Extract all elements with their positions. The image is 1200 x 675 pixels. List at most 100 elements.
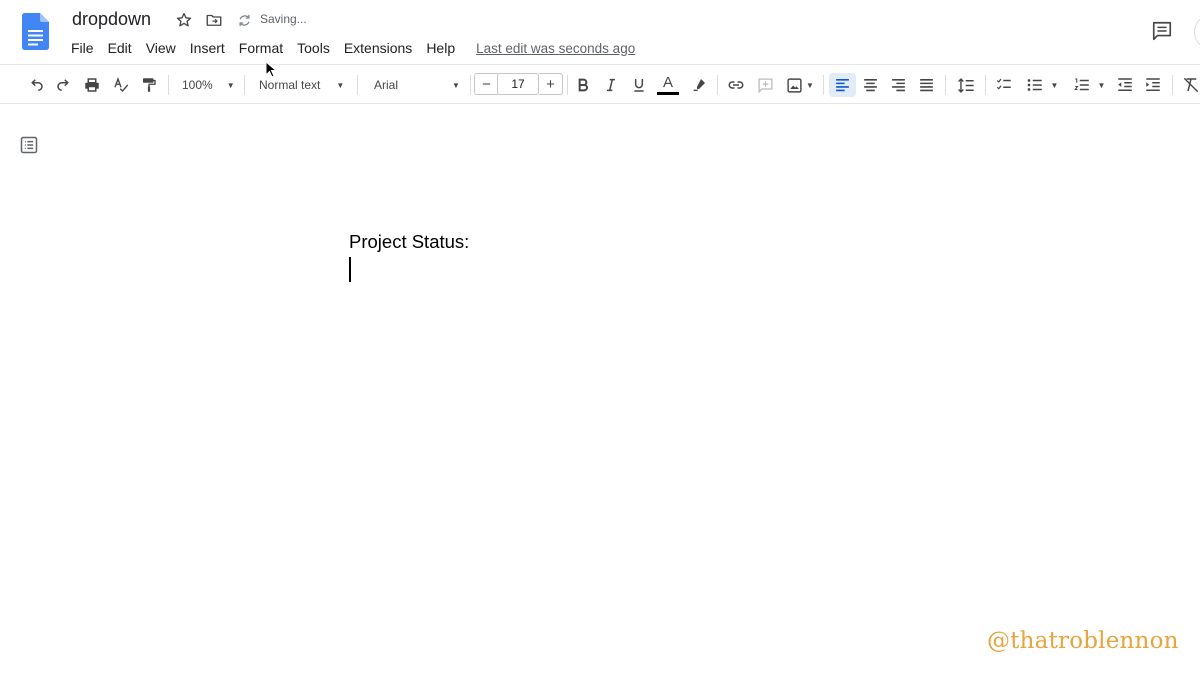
numbered-list-button[interactable]: ▼: [1068, 73, 1110, 97]
toolbar-separator: [567, 75, 568, 95]
align-right-button[interactable]: [886, 73, 910, 97]
align-center-icon: [863, 78, 877, 91]
numbered-list-icon: [1073, 78, 1089, 91]
mouse-pointer-icon: [265, 61, 277, 78]
spellcheck-button[interactable]: [109, 73, 133, 97]
toolbar-separator: [357, 75, 358, 95]
redo-button[interactable]: [52, 73, 76, 97]
paint-format-icon: [143, 78, 156, 92]
bulleted-list-button[interactable]: ▼: [1021, 73, 1063, 97]
bold-icon: [578, 78, 588, 92]
menu-edit[interactable]: Edit: [101, 39, 139, 57]
insert-image-button[interactable]: ▼: [782, 73, 818, 97]
document-title[interactable]: dropdown: [72, 9, 151, 30]
chevron-down-icon: ▼: [226, 80, 235, 90]
saving-status: Saving...: [260, 12, 307, 26]
menu-help[interactable]: Help: [419, 39, 462, 57]
text-color-icon: A: [662, 74, 673, 91]
justify-button[interactable]: [914, 73, 938, 97]
docs-logo-icon[interactable]: [22, 13, 49, 50]
justify-icon: [919, 78, 933, 91]
align-center-button[interactable]: [858, 73, 882, 97]
toolbar-separator: [985, 75, 986, 95]
highlight-color-button[interactable]: [687, 73, 711, 97]
font-select[interactable]: Arial ▼: [374, 73, 466, 97]
toolbar-separator: [244, 75, 245, 95]
menu-extensions[interactable]: Extensions: [337, 39, 419, 57]
text-color-button[interactable]: A: [655, 73, 681, 97]
zoom-value: 100%: [182, 78, 213, 92]
chevron-down-icon: ▼: [336, 80, 345, 90]
style-value: Normal text: [259, 78, 321, 92]
paint-format-button[interactable]: [137, 73, 161, 97]
document-text-line[interactable]: Project Status:: [349, 231, 469, 253]
show-outline-button[interactable]: [18, 134, 40, 156]
toolbar-separator: [945, 75, 946, 95]
line-spacing-button[interactable]: [953, 73, 979, 97]
undo-icon: [31, 79, 43, 91]
title-bar: dropdown Saving... File Edit View Insert…: [0, 0, 1200, 64]
formatting-toolbar: 100% ▼ Normal text ▼ Arial ▼ − 17 + A ▼ …: [0, 64, 1200, 104]
increase-font-size-button[interactable]: +: [539, 73, 563, 95]
bulleted-list-icon: [1027, 79, 1042, 91]
redo-icon: [57, 79, 69, 91]
toolbar-separator: [168, 75, 169, 95]
underline-button[interactable]: [627, 73, 651, 97]
spellcheck-icon: [114, 77, 129, 92]
chevron-down-icon: ▼: [1050, 80, 1059, 90]
toolbar-separator: [1172, 75, 1173, 95]
font-value: Arial: [374, 78, 399, 92]
insert-link-button[interactable]: [724, 73, 748, 97]
google-docs-window: dropdown Saving... File Edit View Insert…: [0, 0, 1200, 675]
star-icon[interactable]: [174, 10, 194, 30]
insert-image-icon: [787, 77, 802, 93]
zoom-select[interactable]: 100% ▼: [182, 73, 237, 97]
last-edit-link[interactable]: Last edit was seconds ago: [476, 41, 635, 56]
underline-icon: [634, 79, 644, 92]
text-caret: [349, 257, 351, 282]
checklist-button[interactable]: [992, 73, 1016, 97]
comment-icon: [1152, 21, 1172, 41]
text-color-swatch: [657, 92, 679, 95]
sync-icon: [235, 10, 253, 30]
watermark-handle: @thatroblennon: [987, 628, 1179, 654]
toolbar-separator: [823, 75, 824, 95]
clear-formatting-button[interactable]: [1178, 73, 1200, 97]
comment-history-button[interactable]: [1150, 19, 1174, 43]
menu-format[interactable]: Format: [232, 39, 290, 57]
checklist-icon: [996, 78, 1011, 90]
link-icon: [728, 81, 744, 89]
chevron-down-icon: ▼: [452, 80, 460, 90]
menu-insert[interactable]: Insert: [183, 39, 232, 57]
menu-bar: File Edit View Insert Format Tools Exten…: [64, 38, 635, 58]
italic-icon: [607, 78, 615, 92]
increase-indent-button[interactable]: [1141, 73, 1165, 97]
add-comment-icon: [757, 77, 773, 93]
add-comment-button[interactable]: [753, 73, 777, 97]
menu-file[interactable]: File: [64, 39, 101, 57]
line-spacing-icon: [957, 77, 974, 93]
font-size-input[interactable]: 17: [497, 73, 539, 95]
share-button-edge[interactable]: [1194, 14, 1200, 50]
italic-button[interactable]: [599, 73, 623, 97]
chevron-down-icon: ▼: [1097, 80, 1106, 90]
toolbar-separator: [717, 75, 718, 95]
increase-indent-icon: [1146, 78, 1160, 91]
move-folder-icon[interactable]: [204, 10, 224, 30]
undo-button[interactable]: [24, 73, 48, 97]
align-right-icon: [891, 78, 905, 91]
menu-tools[interactable]: Tools: [290, 39, 337, 57]
clear-formatting-icon: [1183, 77, 1199, 93]
align-left-icon: [836, 78, 849, 91]
print-button[interactable]: [80, 73, 104, 97]
decrease-indent-button[interactable]: [1113, 73, 1137, 97]
chevron-down-icon: ▼: [806, 80, 814, 90]
decrease-font-size-button[interactable]: −: [474, 73, 498, 95]
outline-icon: [20, 136, 38, 154]
toolbar-separator: [470, 75, 471, 95]
align-left-button[interactable]: [829, 73, 856, 97]
menu-view[interactable]: View: [139, 39, 183, 57]
print-icon: [85, 78, 99, 92]
bold-button[interactable]: [571, 73, 595, 97]
decrease-indent-icon: [1118, 78, 1132, 91]
